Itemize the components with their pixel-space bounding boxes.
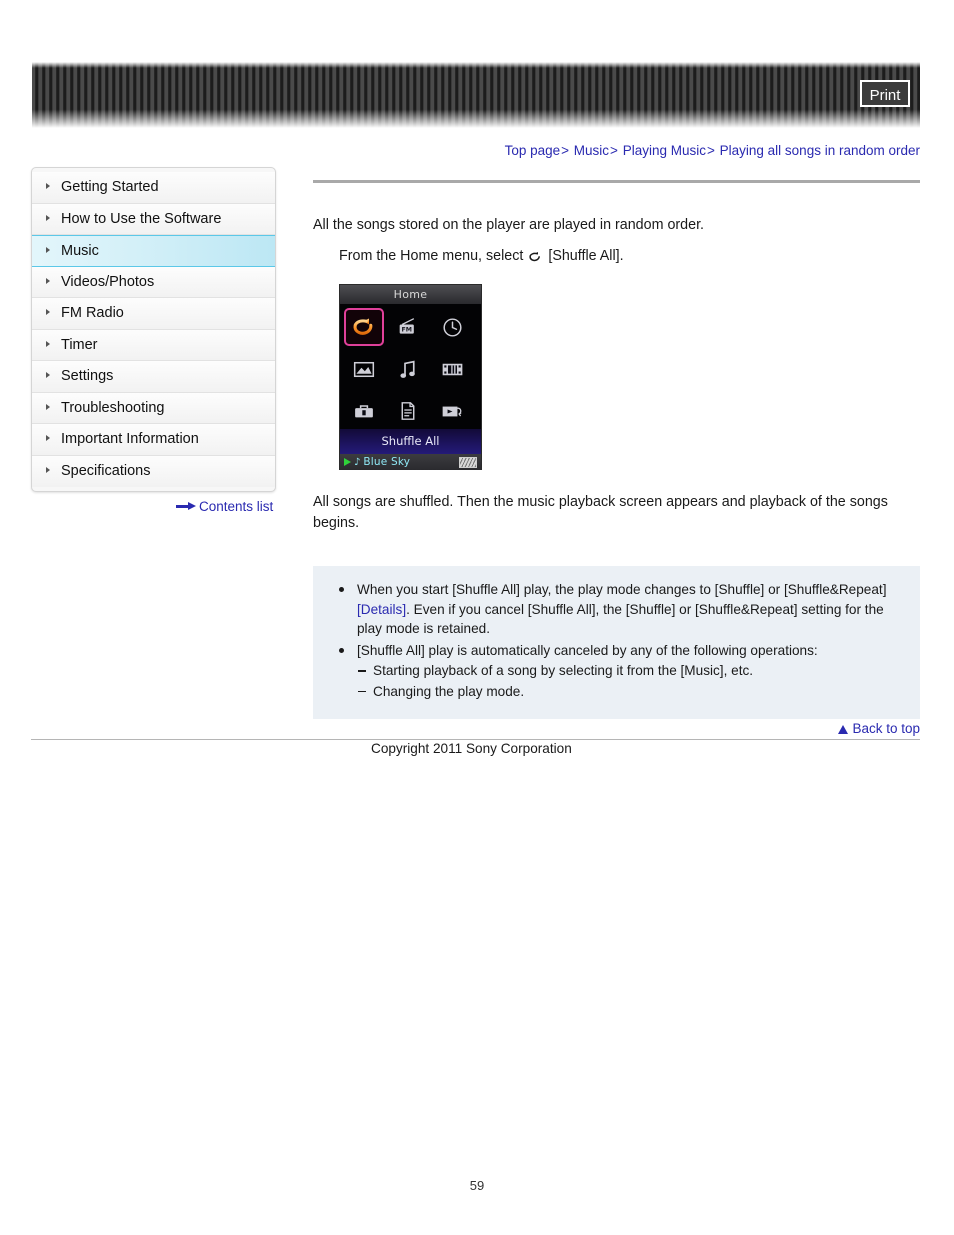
breadcrumb-item-top-page[interactable]: Top page [505, 143, 561, 158]
chevron-right-icon [46, 372, 50, 378]
breadcrumb: Top page> Music> Playing Music> Playing … [505, 143, 920, 158]
breadcrumb-separator: > [610, 143, 618, 158]
main-content: All the songs stored on the player are p… [313, 180, 920, 719]
chevron-right-icon [46, 309, 50, 315]
footer-divider [31, 739, 920, 740]
copyright-text: Copyright 2011 Sony Corporation [371, 741, 572, 756]
shuffle-icon [527, 249, 543, 264]
toolbox-icon [355, 404, 373, 417]
note-bullet-1-text-b: . Even if you cancel [Shuffle All], the … [357, 601, 884, 637]
note-sublist: Starting playback of a song by selecting… [357, 661, 902, 701]
breadcrumb-separator: > [561, 143, 570, 158]
back-to-top-link[interactable]: Back to top [852, 721, 920, 736]
device-selected-item-label: Shuffle All [340, 429, 481, 454]
chevron-right-icon [46, 277, 50, 284]
battery-icon [459, 456, 477, 468]
page-header-banner: Print [32, 62, 920, 128]
sidebar-item-label: Important Information [61, 431, 199, 447]
note-bullet-2: [Shuffle All] play is automatically canc… [335, 641, 902, 702]
device-icon-settings-toolbox[interactable] [344, 392, 384, 430]
sidebar-item-fm-radio[interactable]: FM Radio [32, 298, 275, 330]
breadcrumb-separator: > [706, 143, 715, 158]
chevron-right-icon [46, 466, 50, 473]
step-instruction: From the Home menu, select [Shuffle All]… [339, 246, 920, 267]
sidebar-item-label: Videos/Photos [61, 273, 155, 290]
step-text-prefix: From the Home menu, select [339, 248, 524, 264]
device-icon-shuffle[interactable] [344, 308, 384, 346]
chevron-right-icon [46, 214, 50, 221]
sidebar-item-label: Specifications [61, 462, 151, 479]
device-screenshot: Home FM Shuffle All ♪ Blue Sky [339, 284, 482, 470]
sidebar-item-label: Troubleshooting [61, 399, 165, 416]
svg-text:FM: FM [402, 327, 413, 334]
device-icon-playlist[interactable] [432, 392, 472, 430]
breadcrumb-item-playing-music[interactable]: Playing Music [623, 143, 706, 158]
chevron-right-icon [46, 435, 50, 441]
note-bullet-1: When you start [Shuffle All] play, the p… [335, 580, 902, 639]
sidebar-item-getting-started[interactable]: Getting Started [32, 172, 275, 204]
device-icon-document[interactable] [388, 392, 428, 430]
note-bullet-2-text: [Shuffle All] play is automatically canc… [357, 642, 818, 658]
device-icon-music[interactable] [388, 350, 428, 388]
device-icon-fm-radio[interactable]: FM [388, 308, 428, 346]
sidebar-item-settings[interactable]: Settings [32, 361, 275, 393]
arrow-right-icon [176, 502, 196, 511]
sidebar-item-label: FM Radio [61, 305, 124, 321]
note-sub-item-2: Changing the play mode. [357, 682, 902, 702]
device-icon-grid: FM [340, 304, 481, 429]
music-note-icon: ♪ [354, 456, 361, 468]
breadcrumb-item-current-page[interactable]: Playing all songs in random order [720, 143, 920, 158]
chevron-right-icon [46, 183, 50, 189]
clock-icon [442, 317, 462, 337]
details-link[interactable]: [Details] [357, 602, 406, 617]
sidebar-item-label: How to Use the Software [61, 210, 222, 227]
device-status-bar: ♪ Blue Sky [340, 454, 481, 470]
music-note-icon [399, 360, 415, 378]
contents-list-label: Contents list [199, 499, 274, 514]
sidebar-item-specifications[interactable]: Specifications [32, 455, 275, 487]
note-bullet-1-text-a: When you start [Shuffle All] play, the p… [357, 582, 887, 597]
fm-radio-icon: FM [399, 318, 415, 334]
device-icon-clock[interactable] [432, 308, 472, 346]
sidebar-item-label: Music [61, 243, 99, 259]
title-divider [313, 180, 920, 183]
print-button[interactable]: Print [860, 80, 910, 107]
sidebar-item-timer[interactable]: Timer [32, 329, 275, 361]
device-icon-photo[interactable] [344, 350, 384, 388]
photo-icon [353, 361, 375, 377]
sidebar-navigation: Getting Started How to Use the Software … [31, 167, 276, 492]
sidebar-item-label: Settings [61, 368, 114, 384]
contents-list-link[interactable]: Contents list [176, 499, 273, 514]
video-icon [442, 363, 462, 375]
sidebar-item-troubleshooting[interactable]: Troubleshooting [32, 392, 275, 424]
sidebar-item-important-information[interactable]: Important Information [32, 424, 275, 456]
document-icon [401, 402, 415, 420]
shuffle-icon [353, 318, 372, 335]
playlist-icon [442, 406, 461, 416]
device-icon-video[interactable] [432, 350, 472, 388]
chevron-right-icon [46, 403, 50, 410]
note-box: When you start [Shuffle All] play, the p… [313, 566, 920, 719]
page-number: 59 [469, 1178, 485, 1193]
chevron-right-icon [46, 340, 50, 347]
sidebar-item-label: Getting Started [61, 179, 159, 195]
sidebar-item-videos-photos[interactable]: Videos/Photos [32, 266, 275, 298]
triangle-up-icon [838, 725, 849, 734]
sidebar-item-label: Timer [61, 336, 98, 353]
result-paragraph: All songs are shuffled. Then the music p… [313, 494, 888, 531]
breadcrumb-item-music[interactable]: Music [574, 143, 609, 158]
intro-paragraph: All the songs stored on the player are p… [313, 217, 705, 233]
sidebar-item-how-to-use-the-software[interactable]: How to Use the Software [32, 203, 275, 235]
now-playing-track: Blue Sky [363, 456, 411, 468]
back-to-top-container: Back to top [313, 721, 920, 736]
step-text-suffix: [Shuffle All]. [548, 248, 624, 264]
play-icon [344, 458, 351, 466]
chevron-right-icon [46, 247, 50, 253]
device-screen-title: Home [340, 285, 481, 304]
sidebar-item-music[interactable]: Music [32, 235, 275, 267]
note-sub-item-1: Starting playback of a song by selecting… [357, 661, 902, 681]
